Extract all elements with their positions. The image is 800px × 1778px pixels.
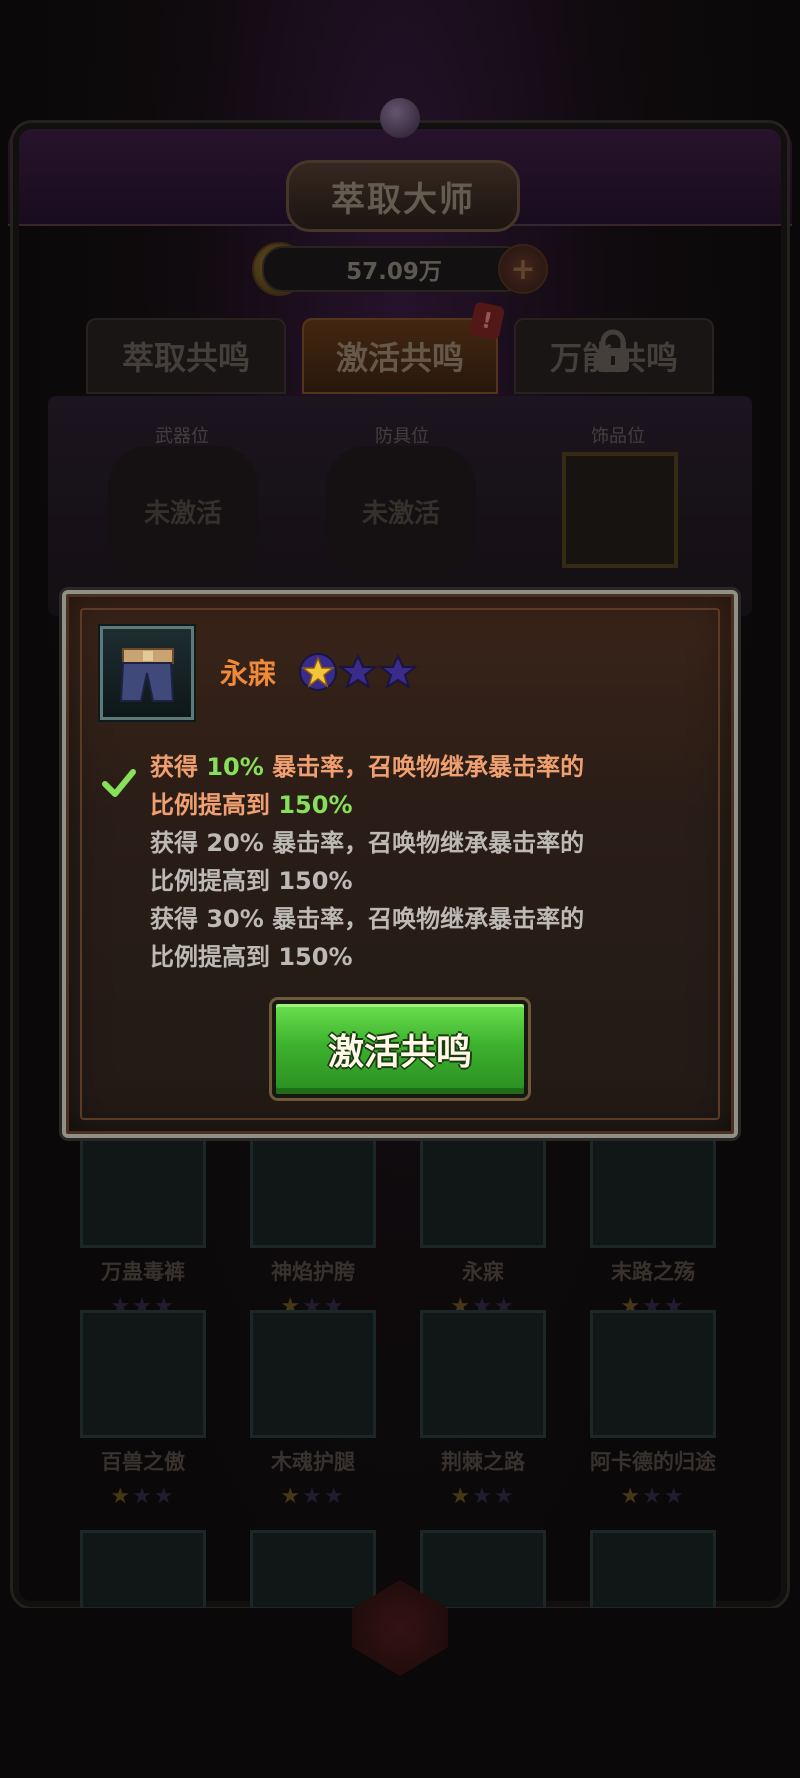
pants-icon — [100, 626, 194, 720]
pants-icon-graphic — [119, 648, 175, 702]
star-icon-filled — [299, 653, 337, 691]
effect-line-2: 获得 20% 暴击率，召唤物继承暴击率的 比例提高到 150% — [150, 829, 585, 895]
effect-line-1: 获得 10% 暴击率，召唤物继承暴击率的 比例提高到 150% — [150, 753, 585, 819]
star-icon-empty — [338, 653, 378, 690]
effect-line-3: 获得 30% 暴击率，召唤物继承暴击率的 比例提高到 150% — [150, 905, 585, 971]
star-icon-empty — [378, 653, 418, 690]
activate-resonance-button[interactable]: 激活共鸣 — [272, 1000, 528, 1098]
check-icon — [102, 769, 136, 797]
item-stars — [298, 652, 438, 692]
item-name: 永寐 — [220, 657, 277, 690]
